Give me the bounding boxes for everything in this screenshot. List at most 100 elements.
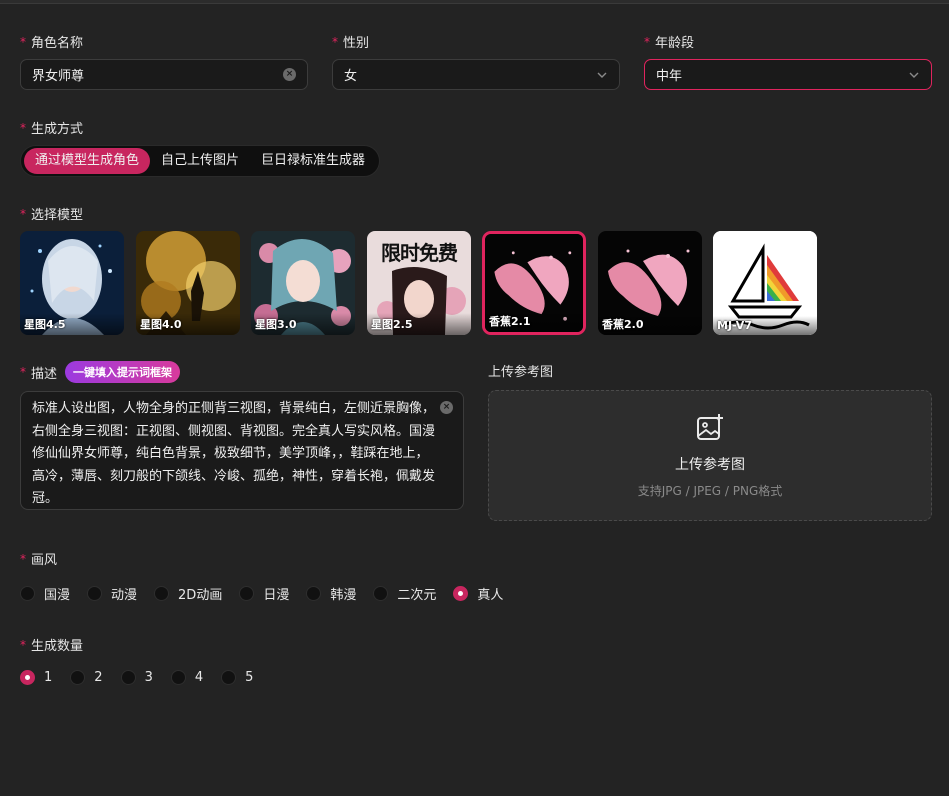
style-option-label: 日漫 bbox=[263, 588, 290, 603]
upload-reference-label: 上传参考图 bbox=[488, 365, 554, 380]
model-card-xiangjiao-2-1[interactable]: 香蕉2.1 bbox=[482, 231, 586, 335]
model-card-xiangjiao-2-0[interactable]: 香蕉2.0 bbox=[598, 231, 702, 335]
gender-label: * 性别 bbox=[332, 32, 370, 52]
style-option-label: 韩漫 bbox=[330, 588, 357, 603]
model-label-text: 选择模型 bbox=[31, 208, 84, 223]
description-label-text: 描述 bbox=[31, 366, 58, 382]
style-option-2d[interactable]: 2D动画 bbox=[154, 584, 222, 603]
style-option-label: 真人 bbox=[477, 588, 504, 603]
count-option-label: 4 bbox=[194, 670, 204, 685]
gen-method-option-standard[interactable]: 巨日禄标准生成器 bbox=[250, 148, 376, 174]
gender-select[interactable]: 女 bbox=[332, 59, 620, 90]
count-option-label: 3 bbox=[144, 670, 153, 685]
required-mark: * bbox=[20, 120, 26, 135]
radio-dot bbox=[221, 670, 237, 685]
model-card-mj-v7[interactable]: MJ-V7 bbox=[713, 231, 817, 335]
image-plus-icon bbox=[697, 414, 723, 440]
radio-dot bbox=[70, 670, 86, 685]
model-name: 星图2.5 bbox=[367, 313, 471, 335]
chevron-down-icon bbox=[597, 72, 607, 78]
gen-method-option-upload[interactable]: 自己上传图片 bbox=[150, 148, 250, 174]
model-name: 星图4.5 bbox=[20, 313, 124, 335]
model-card-xingtu-2-5[interactable]: 限时免费 星图2.5 bbox=[367, 231, 471, 335]
model-name: 香蕉2.0 bbox=[598, 313, 702, 335]
count-option-label: 2 bbox=[94, 670, 103, 685]
role-name-label-text: 角色名称 bbox=[31, 36, 84, 51]
fill-prompt-template-button[interactable]: 一键填入提示词框架 bbox=[65, 361, 181, 383]
count-option-label: 1 bbox=[44, 670, 53, 685]
radio-dot bbox=[306, 586, 322, 601]
style-option-label: 国漫 bbox=[44, 588, 71, 603]
count-option-label: 5 bbox=[245, 670, 254, 685]
required-mark: * bbox=[644, 34, 650, 49]
gen-method-option-model[interactable]: 通过模型生成角色 bbox=[24, 148, 151, 174]
gen-method-label-text: 生成方式 bbox=[31, 122, 84, 137]
required-mark: * bbox=[20, 365, 26, 379]
count-option-5[interactable]: 5 bbox=[221, 670, 253, 685]
style-label: * 画风 bbox=[20, 549, 58, 569]
style-option-dongman[interactable]: 动漫 bbox=[87, 584, 137, 603]
gender-value: 女 bbox=[344, 69, 358, 84]
style-option-label: 动漫 bbox=[111, 588, 138, 603]
count-label-text: 生成数量 bbox=[31, 639, 84, 654]
top-divider bbox=[0, 0, 949, 4]
count-label: * 生成数量 bbox=[20, 635, 84, 655]
style-option-hanman[interactable]: 韩漫 bbox=[306, 584, 356, 603]
age-select[interactable]: 中年 bbox=[644, 59, 932, 90]
gen-method-segmented: 通过模型生成角色 自己上传图片 巨日禄标准生成器 bbox=[20, 145, 381, 177]
count-option-2[interactable]: 2 bbox=[70, 670, 103, 685]
role-name-label: * 角色名称 bbox=[20, 32, 84, 52]
limited-free-badge: 限时免费 bbox=[381, 241, 458, 265]
radio-dot-selected bbox=[20, 670, 35, 685]
style-option-label: 二次元 bbox=[397, 588, 437, 603]
required-mark: * bbox=[20, 551, 26, 566]
count-option-3[interactable]: 3 bbox=[120, 670, 153, 685]
radio-dot bbox=[239, 586, 255, 601]
model-name: 香蕉2.1 bbox=[485, 310, 583, 332]
style-radio-group: 国漫 动漫 2D动画 日漫 韩漫 二次元 真人 bbox=[20, 584, 520, 603]
required-mark: * bbox=[20, 637, 26, 652]
style-option-riman[interactable]: 日漫 bbox=[239, 584, 289, 603]
description-label: * 描述 一键填入提示词框架 bbox=[20, 361, 181, 383]
model-card-xingtu-4-5[interactable]: 星图4.5 bbox=[20, 231, 124, 335]
model-label: * 选择模型 bbox=[20, 204, 84, 224]
chevron-down-icon bbox=[909, 72, 919, 78]
gen-method-label: * 生成方式 bbox=[20, 118, 84, 138]
model-card-xingtu-3-0[interactable]: 星图3.0 bbox=[251, 231, 355, 335]
style-option-label: 2D动画 bbox=[178, 588, 223, 603]
style-option-guoman[interactable]: 国漫 bbox=[20, 584, 70, 603]
model-name: 星图3.0 bbox=[251, 313, 355, 335]
upload-title: 上传参考图 bbox=[675, 457, 745, 473]
upload-hint: 支持JPG / JPEG / PNG格式 bbox=[637, 484, 783, 498]
model-card-xingtu-4-0[interactable]: 星图4.0 bbox=[136, 231, 240, 335]
radio-dot bbox=[373, 586, 389, 601]
style-option-zhenren[interactable]: 真人 bbox=[453, 584, 503, 603]
count-option-1[interactable]: 1 bbox=[20, 670, 52, 685]
age-value: 中年 bbox=[656, 69, 683, 84]
radio-dot-selected bbox=[453, 586, 469, 601]
model-name: 星图4.0 bbox=[136, 313, 240, 335]
required-mark: * bbox=[20, 206, 26, 221]
gender-label-text: 性别 bbox=[343, 36, 370, 51]
radio-dot bbox=[120, 670, 136, 685]
role-name-value: 界女师尊 bbox=[32, 69, 85, 84]
clear-icon[interactable]: × bbox=[283, 68, 296, 81]
upload-reference-dropzone[interactable]: 上传参考图 支持JPG / JPEG / PNG格式 bbox=[488, 390, 932, 521]
age-label-text: 年龄段 bbox=[655, 36, 695, 51]
radio-dot bbox=[154, 586, 170, 601]
radio-dot bbox=[87, 586, 103, 601]
required-mark: * bbox=[332, 34, 338, 49]
age-label: * 年龄段 bbox=[644, 32, 695, 52]
required-mark: * bbox=[20, 34, 26, 49]
style-label-text: 画风 bbox=[31, 553, 58, 568]
clear-icon[interactable]: × bbox=[440, 401, 453, 414]
radio-dot bbox=[20, 586, 35, 601]
description-textarea[interactable]: 标准人设出图，人物全身的正侧背三视图，背景纯白，左侧近景胸像，右侧全身三视图：正… bbox=[20, 391, 464, 510]
model-name: MJ-V7 bbox=[713, 316, 817, 335]
radio-dot bbox=[170, 670, 186, 685]
style-option-erciyuan[interactable]: 二次元 bbox=[373, 584, 436, 603]
description-value: 标准人设出图，人物全身的正侧背三视图，背景纯白，左侧近景胸像，右侧全身三视图：正… bbox=[32, 401, 436, 506]
count-option-4[interactable]: 4 bbox=[170, 670, 204, 685]
count-radio-group: 1 2 3 4 5 bbox=[20, 670, 270, 685]
role-name-input[interactable]: 界女师尊 × bbox=[20, 59, 308, 90]
